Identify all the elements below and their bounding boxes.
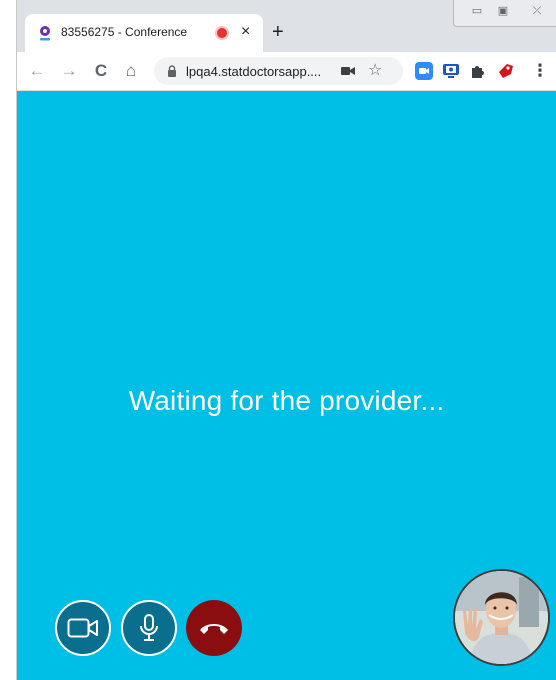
location-pin-icon <box>40 26 50 41</box>
end-call-button[interactable] <box>186 600 242 656</box>
back-button[interactable]: ← <box>27 61 47 81</box>
video-camera-icon <box>67 618 98 638</box>
reload-button[interactable]: C <box>91 61 111 81</box>
conference-content: Waiting for the provider... <box>17 91 556 680</box>
window-controls: ▭ ▣ ⤫ <box>453 0 556 27</box>
screen-share-extension-icon[interactable] <box>442 62 460 80</box>
self-view-video[interactable] <box>453 569 550 666</box>
restore-button[interactable]: ▣ <box>494 4 512 18</box>
tab-title: 83556275 - Conference <box>61 25 188 39</box>
microphone-toggle-button[interactable] <box>121 600 177 656</box>
waiting-status-text: Waiting for the provider... <box>128 385 445 416</box>
tab-strip: 83556275 - Conference × + ▭ ▣ ⤫ <box>17 0 556 52</box>
browser-tab-conference[interactable]: 83556275 - Conference × <box>25 14 263 52</box>
camera-in-use-icon[interactable] <box>341 65 355 77</box>
participant-avatar <box>455 571 548 664</box>
browser-window: 83556275 - Conference × + ▭ ▣ ⤫ ← → C ⌂ … <box>17 0 556 680</box>
bookmark-star-icon[interactable]: ☆ <box>368 61 382 81</box>
extensions-puzzle-icon[interactable] <box>469 62 487 80</box>
browser-toolbar: ← → C ⌂ lpqa4.statdoctorsapp.... ☆ ⋮ <box>17 52 556 91</box>
close-window-button[interactable]: ⤫ <box>528 4 546 18</box>
address-bar[interactable]: lpqa4.statdoctorsapp.... ☆ <box>154 57 403 85</box>
microphone-icon <box>140 614 158 641</box>
minimize-button[interactable]: ▭ <box>468 4 486 18</box>
lock-icon <box>168 65 176 77</box>
recording-dot-icon <box>217 28 227 38</box>
tab-close-button[interactable]: × <box>241 22 250 42</box>
camera-toggle-button[interactable] <box>55 600 111 656</box>
profile-extension-icon[interactable] <box>497 62 515 80</box>
home-button[interactable]: ⌂ <box>121 61 141 81</box>
hang-up-icon <box>200 624 228 634</box>
zoom-extension-icon[interactable] <box>415 62 433 80</box>
browser-menu-button[interactable]: ⋮ <box>530 61 550 81</box>
new-tab-button[interactable]: + <box>272 22 284 42</box>
forward-button[interactable]: → <box>59 61 79 81</box>
url-text: lpqa4.statdoctorsapp.... <box>186 64 322 79</box>
